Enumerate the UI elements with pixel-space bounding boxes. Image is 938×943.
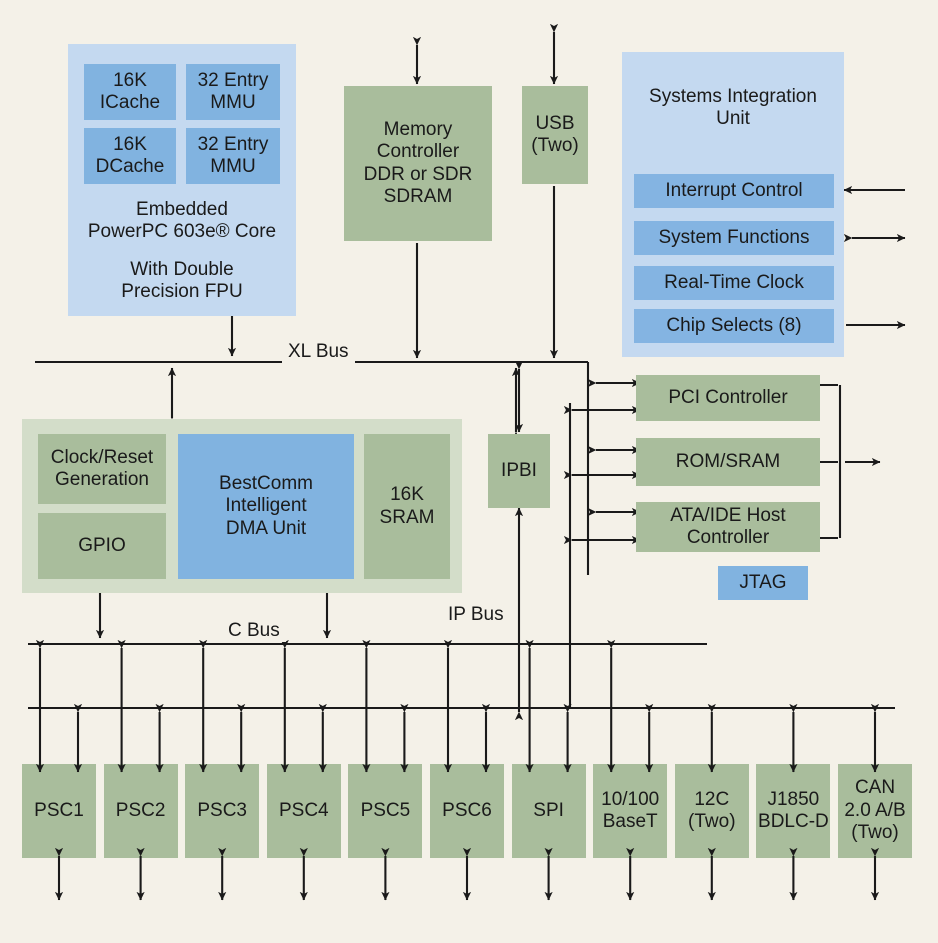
peripheral-block-psc4: PSC4 [266,764,341,858]
sram-16k-block: 16K SRAM [364,434,450,579]
cpu-core-label: Embedded PowerPC 603e® Core [87,198,277,242]
dmmu-block: 32 Entry MMU [186,128,280,184]
bus-label-ip-bus: IP Bus [442,604,510,626]
rom-sram-block: ROM/SRAM [636,438,820,486]
gpio-block: GPIO [38,513,166,579]
peripheral-block-spi: SPI [511,764,586,858]
siu-item-system-functions: System Functions [634,221,834,255]
clock-reset-block: Clock/Reset Generation [38,434,166,504]
bestcomm-dma-block: BestComm Intelligent DMA Unit [178,434,354,579]
peripheral-block-12c: 12C (Two) [674,764,749,858]
peripheral-block-psc6: PSC6 [430,764,504,858]
cpu-fpu-label: With Double Precision FPU [121,258,243,302]
ata-ide-host-controller-block: ATA/IDE Host Controller [636,502,820,552]
peripheral-block-can: CAN 2.0 A/B (Two) [838,764,912,858]
block-diagram-canvas: 16K ICache 32 Entry MMU 16K DCache 32 En… [0,0,938,943]
immu-block: 32 Entry MMU [186,64,280,120]
usb-block: USB (Two) [522,86,588,184]
bus-label-xl-bus: XL Bus [282,341,355,363]
siu-item-interrupt-control: Interrupt Control [634,174,834,208]
jtag-block: JTAG [718,566,808,600]
peripheral-block-psc1: PSC1 [22,764,96,858]
memory-controller-block: Memory Controller DDR or SDR SDRAM [344,86,492,241]
peripheral-block-psc2: PSC2 [103,764,178,858]
icache-block: 16K ICache [84,64,176,120]
peripheral-block-psc3: PSC3 [185,764,260,858]
bus-label-c-bus: C Bus [222,620,286,642]
siu-item-real-time-clock: Real-Time Clock [634,266,834,300]
pci-controller-block: PCI Controller [636,375,820,421]
ipbi-block: IPBI [488,434,550,508]
siu-item-chip-selects: Chip Selects (8) [634,309,834,343]
peripheral-block-j1850: J1850 BDLC-D [756,764,831,858]
peripheral-block-psc5: PSC5 [348,764,423,858]
siu-title: Systems Integration Unit [649,85,817,129]
dcache-block: 16K DCache [84,128,176,184]
peripheral-block-10-100: 10/100 BaseT [593,764,668,858]
